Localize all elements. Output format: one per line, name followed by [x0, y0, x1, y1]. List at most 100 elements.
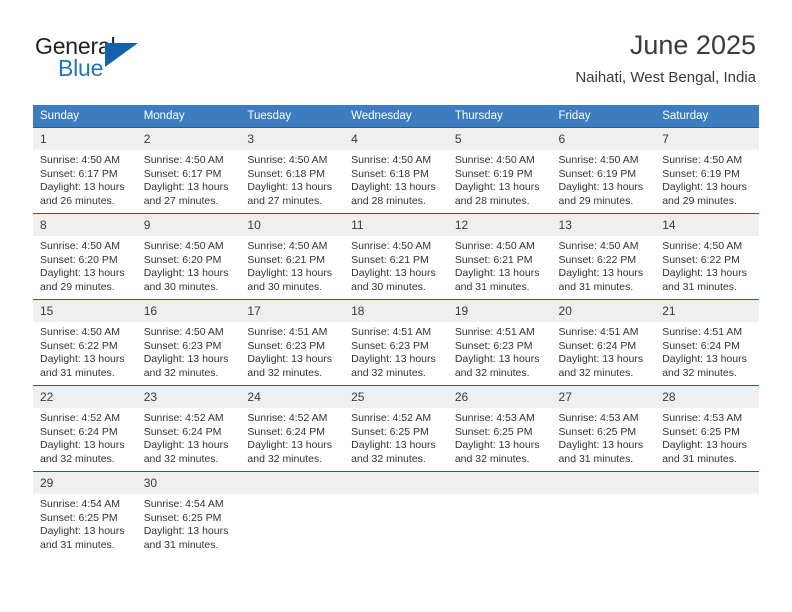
day-details: Sunrise: 4:53 AM Sunset: 6:25 PM Daylight:… — [552, 408, 656, 466]
daylight-text: Daylight: 13 hours and 31 minutes. — [558, 439, 644, 465]
sunset-text: Sunset: 6:25 PM — [662, 425, 740, 438]
sunset-text: Sunset: 6:25 PM — [454, 425, 533, 438]
calendar-day-cell[interactable]: 28 Sunrise: 4:53 AM Sunset: 6:25 PM Dayligh… — [655, 385, 759, 472]
sunset-text: Sunset: 6:20 PM — [40, 253, 118, 266]
calendar-day-cell[interactable]: 16 Sunrise: 4:50 AM Sunset: 6:23 PM Dayligh… — [136, 299, 241, 386]
day-details: Sunrise: 4:50 AM Sunset: 6:21 PM Daylight:… — [448, 236, 552, 294]
day-number — [551, 472, 656, 494]
calendar-day-cell[interactable]: 26 Sunrise: 4:53 AM Sunset: 6:25 PM Dayligh… — [447, 385, 552, 472]
calendar-day-cell[interactable]: 2 Sunrise: 4:50 AM Sunset: 6:17 PM Daylight… — [136, 127, 241, 214]
calendar-day-cell[interactable]: 25 Sunrise: 4:52 AM Sunset: 6:25 PM Dayligh… — [344, 385, 448, 472]
calendar-header-row: Sunday Monday Tuesday Wednesday Thursday Frid… — [33, 105, 759, 128]
sunset-text: Sunset: 6:22 PM — [662, 253, 740, 266]
day-details: Sunrise: 4:52 AM Sunset: 6:24 PM Daylight:… — [33, 408, 137, 466]
daylight-text: Daylight: 13 hours and 31 minutes. — [40, 525, 125, 551]
sunset-text: Sunset: 6:23 PM — [454, 339, 533, 352]
day-number: 13 — [551, 214, 656, 236]
calendar-day-cell[interactable]: 17 Sunrise: 4:51 AM Sunset: 6:23 PM Dayligh… — [240, 299, 345, 386]
calendar-day-cell[interactable]: 23 Sunrise: 4:52 AM Sunset: 6:24 PM Dayligh… — [136, 385, 241, 472]
sunset-text: Sunset: 6:21 PM — [454, 253, 533, 266]
calendar-day-cell[interactable]: 7 Sunrise: 4:50 AM Sunset: 6:19 PM Daylight… — [655, 127, 759, 214]
day-details: Sunrise: 4:54 AM Sunset: 6:25 PM Daylight:… — [137, 494, 241, 552]
day-number: 5 — [447, 128, 552, 150]
calendar-day-cell[interactable]: 20 Sunrise: 4:51 AM Sunset: 6:24 PM Dayligh… — [551, 299, 656, 386]
sunset-text: Sunset: 6:25 PM — [351, 425, 429, 438]
sunrise-text: Sunrise: 4:50 AM — [351, 240, 432, 252]
day-number: 2 — [136, 128, 241, 150]
daylight-text: Daylight: 13 hours and 30 minutes. — [351, 267, 436, 293]
day-number: 21 — [655, 300, 759, 322]
calendar-day-cell[interactable]: 27 Sunrise: 4:53 AM Sunset: 6:25 PM Dayligh… — [551, 385, 656, 472]
daylight-text: Daylight: 13 hours and 32 minutes. — [40, 439, 125, 465]
calendar-day-cell[interactable]: 3 Sunrise: 4:50 AM Sunset: 6:18 PM Daylight… — [240, 127, 345, 214]
calendar-day-cell[interactable]: 30 Sunrise: 4:54 AM Sunset: 6:25 PM Dayligh… — [136, 471, 241, 557]
sunrise-text: Sunrise: 4:52 AM — [143, 412, 224, 424]
calendar-day-cell-empty — [240, 471, 345, 557]
daylight-text: Daylight: 13 hours and 26 minutes. — [40, 181, 125, 207]
calendar-day-cell[interactable]: 24 Sunrise: 4:52 AM Sunset: 6:24 PM Dayligh… — [240, 385, 345, 472]
calendar-day-cell[interactable]: 11 Sunrise: 4:50 AM Sunset: 6:21 PM Dayligh… — [344, 213, 448, 300]
day-details: Sunrise: 4:51 AM Sunset: 6:23 PM Daylight:… — [240, 322, 344, 380]
calendar-day-cell[interactable]: 10 Sunrise: 4:50 AM Sunset: 6:21 PM Dayligh… — [240, 213, 345, 300]
calendar-day-cell[interactable]: 13 Sunrise: 4:50 AM Sunset: 6:22 PM Dayligh… — [551, 213, 656, 300]
calendar-day-cell[interactable]: 14 Sunrise: 4:50 AM Sunset: 6:22 PM Dayligh… — [655, 213, 759, 300]
day-number: 25 — [344, 386, 448, 408]
daylight-text: Daylight: 13 hours and 27 minutes. — [247, 181, 333, 207]
sunrise-text: Sunrise: 4:51 AM — [247, 326, 328, 338]
day-details: Sunrise: 4:53 AM Sunset: 6:25 PM Daylight:… — [655, 408, 759, 466]
day-details: Sunrise: 4:50 AM Sunset: 6:22 PM Daylight:… — [552, 236, 656, 294]
page-title: June 2025 — [629, 30, 756, 60]
sunrise-text: Sunrise: 4:51 AM — [662, 326, 743, 338]
calendar-week-row: 8 Sunrise: 4:50 AM Sunset: 6:20 PM Daylight… — [33, 213, 759, 300]
calendar-day-cell[interactable]: 29 Sunrise: 4:54 AM Sunset: 6:25 PM Dayligh… — [33, 471, 137, 557]
sunrise-text: Sunrise: 4:52 AM — [351, 412, 432, 424]
calendar-day-cell[interactable]: 4 Sunrise: 4:50 AM Sunset: 6:18 PM Daylight… — [344, 127, 448, 214]
day-details: Sunrise: 4:51 AM Sunset: 6:24 PM Daylight:… — [552, 322, 656, 380]
day-details: Sunrise: 4:50 AM Sunset: 6:23 PM Daylight:… — [137, 322, 241, 380]
calendar-page: General Blue June 2025 Naihati, West Ben… — [0, 0, 792, 612]
day-details: Sunrise: 4:50 AM Sunset: 6:21 PM Daylight:… — [344, 236, 448, 294]
day-number: 7 — [655, 128, 759, 150]
calendar-day-cell[interactable]: 22 Sunrise: 4:52 AM Sunset: 6:24 PM Dayligh… — [33, 385, 137, 472]
daylight-text: Daylight: 13 hours and 32 minutes. — [662, 353, 747, 379]
general-blue-logo[interactable]: General Blue — [35, 33, 165, 83]
calendar-day-cell-empty — [655, 471, 759, 557]
sunrise-text: Sunrise: 4:50 AM — [40, 240, 120, 252]
day-details: Sunrise: 4:50 AM Sunset: 6:19 PM Daylight:… — [655, 150, 759, 208]
calendar-day-cell-empty — [551, 471, 656, 557]
day-number: 9 — [136, 214, 241, 236]
calendar-day-cell[interactable]: 8 Sunrise: 4:50 AM Sunset: 6:20 PM Daylight… — [33, 213, 137, 300]
logo-triangle-icon — [105, 43, 138, 67]
daylight-text: Daylight: 13 hours and 32 minutes. — [454, 439, 540, 465]
day-number — [447, 472, 552, 494]
day-details: Sunrise: 4:50 AM Sunset: 6:21 PM Daylight:… — [240, 236, 344, 294]
sunset-text: Sunset: 6:24 PM — [662, 339, 740, 352]
sunset-text: Sunset: 6:25 PM — [143, 511, 222, 524]
calendar-day-cell[interactable]: 18 Sunrise: 4:51 AM Sunset: 6:23 PM Dayligh… — [344, 299, 448, 386]
day-number: 24 — [240, 386, 345, 408]
calendar-day-cell[interactable]: 21 Sunrise: 4:51 AM Sunset: 6:24 PM Dayligh… — [655, 299, 759, 386]
calendar-day-cell[interactable]: 1 Sunrise: 4:50 AM Sunset: 6:17 PM Daylight… — [33, 127, 137, 214]
sunrise-text: Sunrise: 4:50 AM — [143, 240, 224, 252]
calendar-day-cell[interactable]: 19 Sunrise: 4:51 AM Sunset: 6:23 PM Dayligh… — [447, 299, 552, 386]
day-number: 26 — [447, 386, 552, 408]
sunrise-text: Sunrise: 4:51 AM — [558, 326, 639, 338]
calendar-day-cell[interactable]: 12 Sunrise: 4:50 AM Sunset: 6:21 PM Dayligh… — [447, 213, 552, 300]
sunset-text: Sunset: 6:22 PM — [558, 253, 637, 266]
daylight-text: Daylight: 13 hours and 32 minutes. — [351, 353, 436, 379]
day-number — [655, 472, 759, 494]
day-details: Sunrise: 4:50 AM Sunset: 6:20 PM Daylight:… — [137, 236, 241, 294]
sunrise-text: Sunrise: 4:54 AM — [40, 498, 120, 510]
day-details: Sunrise: 4:50 AM Sunset: 6:19 PM Daylight:… — [448, 150, 552, 208]
sunrise-text: Sunrise: 4:50 AM — [143, 326, 224, 338]
day-details: Sunrise: 4:50 AM Sunset: 6:20 PM Daylight:… — [33, 236, 137, 294]
day-number: 18 — [344, 300, 448, 322]
weekday-header-row: Sunday Monday Tuesday Wednesday Thursday Frid… — [33, 105, 759, 128]
calendar-day-cell[interactable]: 5 Sunrise: 4:50 AM Sunset: 6:19 PM Daylight… — [447, 127, 552, 214]
calendar-day-cell[interactable]: 15 Sunrise: 4:50 AM Sunset: 6:22 PM Dayligh… — [33, 299, 137, 386]
sunrise-text: Sunrise: 4:52 AM — [247, 412, 328, 424]
sunset-text: Sunset: 6:18 PM — [247, 167, 326, 180]
calendar-day-cell[interactable]: 9 Sunrise: 4:50 AM Sunset: 6:20 PM Daylight… — [136, 213, 241, 300]
day-details: Sunrise: 4:54 AM Sunset: 6:25 PM Daylight:… — [33, 494, 137, 552]
calendar-day-cell[interactable]: 6 Sunrise: 4:50 AM Sunset: 6:19 PM Daylight… — [551, 127, 656, 214]
